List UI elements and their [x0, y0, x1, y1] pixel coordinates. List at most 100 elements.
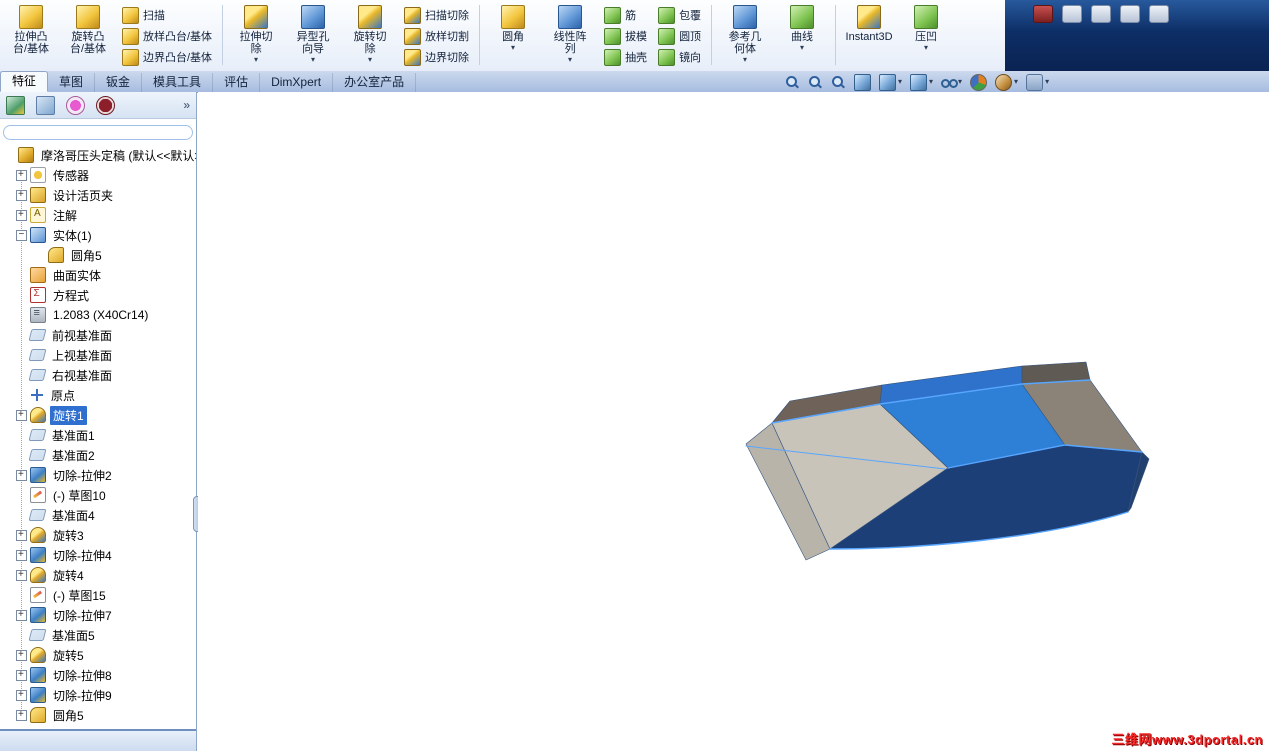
feature-tree-root[interactable]: 摩洛哥压头定稿 (默认<<默认>_ [0, 145, 196, 165]
expand-toggle-icon[interactable] [16, 689, 27, 701]
expand-toggle-icon[interactable] [16, 209, 27, 221]
tree-item-传感器[interactable]: 传感器 [0, 165, 196, 185]
displaymanager-tab-icon[interactable] [96, 95, 115, 115]
edit-appearance-button[interactable] [970, 73, 988, 91]
tree-item-(-) 草图15[interactable]: (-) 草图15 [0, 585, 196, 605]
apply-scene-button[interactable]: ▾ [995, 73, 1018, 91]
tree-item-前视基准面[interactable]: 前视基准面 [0, 325, 196, 345]
ribbon-button-revolved-boss-base[interactable]: 旋转凸 台/基体 [61, 3, 115, 67]
dropdown-caret-icon[interactable]: ▾ [800, 44, 804, 52]
ribbon-button-wrap[interactable]: 包覆 [654, 5, 705, 25]
ribbon-button-lofted-cut[interactable]: 放样切割 [400, 26, 473, 46]
chart-icon[interactable] [1120, 5, 1140, 23]
expand-toggle-icon[interactable] [16, 669, 27, 681]
ribbon-button-extruded-boss-base[interactable]: 拉伸凸 台/基体 [4, 3, 58, 67]
dropdown-caret-icon[interactable]: ▾ [958, 78, 962, 86]
tree-item-基准面1[interactable]: 基准面1 [0, 425, 196, 445]
ribbon-button-shell[interactable]: 抽壳 [600, 47, 651, 67]
tab-办公室产品[interactable]: 办公室产品 [333, 73, 417, 92]
expand-toggle-icon[interactable] [16, 609, 27, 621]
dropdown-caret-icon[interactable]: ▾ [568, 56, 572, 64]
ribbon-button-boundary-cut[interactable]: 边界切除 [400, 47, 473, 67]
ribbon-button-instant3d[interactable]: Instant3D [842, 3, 896, 67]
ribbon-button-mirror[interactable]: 镜向 [654, 47, 705, 67]
tree-item-基准面5[interactable]: 基准面5 [0, 625, 196, 645]
ribbon-button-linear-pattern[interactable]: 线性阵 列 ▾ [543, 3, 597, 67]
tree-item-曲面实体[interactable]: 曲面实体 [0, 265, 196, 285]
tree-item-切除-拉伸7[interactable]: 切除-拉伸7 [0, 605, 196, 625]
ribbon-button-draft[interactable]: 拔模 [600, 26, 651, 46]
tab-DimXpert[interactable]: DimXpert [260, 73, 334, 92]
notes-icon[interactable] [1149, 5, 1169, 23]
dropdown-caret-icon[interactable]: ▾ [254, 56, 258, 64]
expand-toggle-icon[interactable] [16, 549, 27, 561]
ribbon-button-curves[interactable]: 曲线 ▾ [775, 3, 829, 67]
ribbon-button-reference-geometry[interactable]: 参考几 何体 ▾ [718, 3, 772, 67]
section-view-button[interactable] [854, 73, 871, 91]
tree-item-基准面2[interactable]: 基准面2 [0, 445, 196, 465]
expand-toggle-icon[interactable] [16, 189, 27, 201]
tree-item-1.2083 (X40Cr14)[interactable]: 1.2083 (X40Cr14) [0, 305, 196, 325]
expand-toggle-icon[interactable] [16, 469, 27, 481]
expand-toggle-icon[interactable] [16, 169, 27, 181]
tree-item-旋转1[interactable]: 旋转1 [0, 405, 196, 425]
display-style-button[interactable]: ▾ [910, 73, 933, 91]
tree-item-实体(1)[interactable]: 实体(1) [0, 225, 196, 245]
tree-item-设计活页夹[interactable]: 设计活页夹 [0, 185, 196, 205]
expand-toggle-icon[interactable] [16, 569, 27, 581]
tree-item-切除-拉伸8[interactable]: 切除-拉伸8 [0, 665, 196, 685]
tab-特征[interactable]: 特征 [0, 71, 49, 92]
tree-item-基准面4[interactable]: 基准面4 [0, 505, 196, 525]
hide-show-items-button[interactable]: ▾ [941, 75, 962, 90]
tree-item-注解[interactable]: 注解 [0, 205, 196, 225]
ribbon-button-lofted-boss-base[interactable]: 放样凸台/基体 [118, 26, 216, 46]
panel-bottom-pane[interactable] [0, 729, 196, 751]
sw-rx-logo-icon[interactable] [1033, 5, 1053, 23]
featuremanager-tab-icon[interactable] [6, 95, 25, 115]
tree-item-上视基准面[interactable]: 上视基准面 [0, 345, 196, 365]
tree-item-切除-拉伸9[interactable]: 切除-拉伸9 [0, 685, 196, 705]
view-settings-button[interactable]: ▾ [1026, 73, 1049, 91]
tree-item-右视基准面[interactable]: 右视基准面 [0, 365, 196, 385]
expand-toggle-icon[interactable] [16, 649, 27, 661]
zoom-to-area-button[interactable] [808, 75, 823, 90]
previous-view-button[interactable] [831, 75, 846, 90]
tree-item-切除-拉伸2[interactable]: 切除-拉伸2 [0, 465, 196, 485]
tree-item-切除-拉伸4[interactable]: 切除-拉伸4 [0, 545, 196, 565]
expand-toggle-icon[interactable] [16, 229, 27, 241]
tree-item-旋转3[interactable]: 旋转3 [0, 525, 196, 545]
ribbon-button-swept-cut[interactable]: 扫描切除 [400, 5, 473, 25]
tab-评估[interactable]: 评估 [213, 73, 261, 92]
tree-item-旋转5[interactable]: 旋转5 [0, 645, 196, 665]
tree-item-(-) 草图10[interactable]: (-) 草图10 [0, 485, 196, 505]
dropdown-caret-icon[interactable]: ▾ [1045, 78, 1049, 86]
expand-toggle-icon[interactable] [16, 409, 27, 421]
tree-item-圆角5[interactable]: 圆角5 [0, 705, 196, 725]
tree-item-方程式[interactable]: 方程式 [0, 285, 196, 305]
ribbon-button-swept-boss-base[interactable]: 扫描 [118, 5, 216, 25]
nav-back-icon[interactable] [1062, 5, 1082, 23]
view-orientation-button[interactable]: ▾ [879, 73, 902, 91]
ribbon-button-rib[interactable]: 筋 [600, 5, 651, 25]
feature-filter-input[interactable] [3, 124, 193, 140]
ribbon-button-revolved-cut[interactable]: 旋转切 除 ▾ [343, 3, 397, 67]
document-icon[interactable] [1091, 5, 1111, 23]
dropdown-caret-icon[interactable]: ▾ [1014, 78, 1018, 86]
tree-item-圆角5[interactable]: 圆角5 [0, 245, 196, 265]
ribbon-button-dome[interactable]: 圆顶 [654, 26, 705, 46]
ribbon-button-boundary-boss-base[interactable]: 边界凸台/基体 [118, 47, 216, 67]
configurationmanager-tab-icon[interactable] [66, 95, 85, 115]
tab-模具工具[interactable]: 模具工具 [142, 73, 214, 92]
ribbon-button-indent[interactable]: 压凹 ▾ [899, 3, 953, 67]
dropdown-caret-icon[interactable]: ▾ [924, 44, 928, 52]
expand-toggle-icon[interactable] [16, 529, 27, 541]
graphics-viewport[interactable]: 三维网www.3dportal.cn [198, 92, 1269, 751]
dropdown-caret-icon[interactable]: ▾ [898, 78, 902, 86]
dropdown-caret-icon[interactable]: ▾ [368, 56, 372, 64]
dropdown-caret-icon[interactable]: ▾ [929, 78, 933, 86]
ribbon-button-extruded-cut[interactable]: 拉伸切 除 ▾ [229, 3, 283, 67]
tree-item-原点[interactable]: 原点 [0, 385, 196, 405]
dropdown-caret-icon[interactable]: ▾ [311, 56, 315, 64]
zoom-to-fit-button[interactable] [785, 75, 800, 90]
dropdown-caret-icon[interactable]: ▾ [511, 44, 515, 52]
